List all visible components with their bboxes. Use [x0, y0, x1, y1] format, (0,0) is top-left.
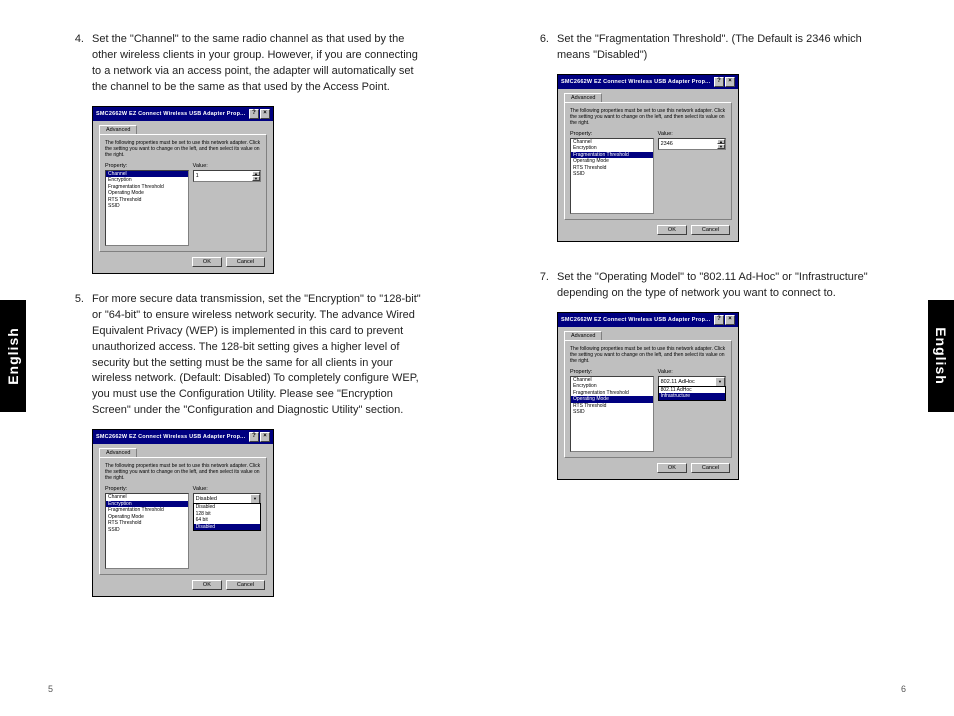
value-text: 1: [194, 173, 252, 179]
cancel-button[interactable]: Cancel: [691, 463, 730, 473]
dialog-titlebar: SMC2662W EZ Connect Wireless USB Adapter…: [558, 75, 738, 89]
dropdown-list[interactable]: Disabled 128 bit 64 bit Disabled: [193, 503, 261, 531]
property-label: Property:: [105, 163, 189, 169]
page-number: 5: [48, 684, 53, 694]
dialog-titlebar: SMC2662W EZ Connect Wireless USB Adapter…: [93, 107, 273, 121]
property-label: Property:: [570, 131, 654, 137]
help-icon[interactable]: ?: [714, 315, 724, 325]
dialog-title: SMC2662W EZ Connect Wireless USB Adapter…: [96, 111, 248, 117]
spin-down-icon[interactable]: ▼: [717, 144, 725, 149]
ok-button[interactable]: OK: [657, 225, 687, 235]
close-icon[interactable]: ×: [260, 432, 270, 442]
list-item[interactable]: SSID: [106, 527, 188, 534]
step-4: 4. Set the "Channel" to the same radio c…: [68, 32, 421, 96]
value-label: Value:: [193, 486, 261, 492]
step-number: 5.: [68, 292, 84, 420]
property-list[interactable]: Channel Encryption Fragmentation Thresho…: [570, 376, 654, 452]
step-text: Set the "Channel" to the same radio chan…: [92, 32, 421, 96]
step-number: 6.: [533, 32, 549, 64]
close-icon[interactable]: ×: [725, 77, 735, 87]
step-number: 7.: [533, 270, 549, 302]
page-number: 6: [901, 684, 906, 694]
dialog-fragmentation: SMC2662W EZ Connect Wireless USB Adapter…: [557, 74, 739, 242]
dialog-title: SMC2662W EZ Connect Wireless USB Adapter…: [96, 434, 248, 440]
dialog-operating-mode: SMC2662W EZ Connect Wireless USB Adapter…: [557, 312, 739, 480]
list-item[interactable]: SSID: [571, 171, 653, 178]
value-label: Value:: [193, 163, 261, 169]
step-number: 4.: [68, 32, 84, 96]
dialog-instructions: The following properties must be set to …: [570, 346, 726, 364]
dialog-titlebar: SMC2662W EZ Connect Wireless USB Adapter…: [93, 430, 273, 444]
step-7: 7. Set the "Operating Model" to "802.11 …: [533, 270, 886, 302]
step-text: For more secure data transmission, set t…: [92, 292, 421, 420]
step-6: 6. Set the "Fragmentation Threshold". (T…: [533, 32, 886, 64]
help-icon[interactable]: ?: [714, 77, 724, 87]
value-spinner[interactable]: 1 ▲▼: [193, 170, 261, 182]
step-5: 5. For more secure data transmission, se…: [68, 292, 421, 420]
help-icon[interactable]: ?: [249, 432, 259, 442]
dialog-title: SMC2662W EZ Connect Wireless USB Adapter…: [561, 79, 713, 85]
dialog-titlebar: SMC2662W EZ Connect Wireless USB Adapter…: [558, 313, 738, 327]
property-list[interactable]: Channel Encryption Fragmentation Thresho…: [105, 170, 189, 246]
property-label: Property:: [570, 369, 654, 375]
close-icon[interactable]: ×: [725, 315, 735, 325]
ok-button[interactable]: OK: [192, 580, 222, 590]
dropdown-option[interactable]: Infrastructure: [659, 393, 725, 400]
ok-button[interactable]: OK: [192, 257, 222, 267]
tab-advanced[interactable]: Advanced: [564, 331, 602, 340]
dialog-instructions: The following properties must be set to …: [570, 108, 726, 126]
help-icon[interactable]: ?: [249, 109, 259, 119]
tab-advanced[interactable]: Advanced: [564, 93, 602, 102]
step-text: Set the "Fragmentation Threshold". (The …: [557, 32, 886, 64]
value-label: Value:: [658, 369, 726, 375]
property-label: Property:: [105, 486, 189, 492]
property-list[interactable]: Channel Encryption Fragmentation Thresho…: [570, 138, 654, 214]
dialog-encryption: SMC2662W EZ Connect Wireless USB Adapter…: [92, 429, 274, 597]
value-text: Disabled: [194, 496, 250, 502]
list-item[interactable]: SSID: [571, 409, 653, 416]
dialog-instructions: The following properties must be set to …: [105, 463, 261, 481]
cancel-button[interactable]: Cancel: [226, 257, 265, 267]
dropdown-list[interactable]: 802.11 AdHoc Infrastructure: [658, 386, 726, 401]
page-6: 6. Set the "Fragmentation Threshold". (T…: [477, 0, 954, 716]
dialog-channel: SMC2662W EZ Connect Wireless USB Adapter…: [92, 106, 274, 274]
list-item[interactable]: SSID: [106, 203, 188, 210]
tab-advanced[interactable]: Advanced: [99, 448, 137, 457]
value-label: Value:: [658, 131, 726, 137]
dialog-title: SMC2662W EZ Connect Wireless USB Adapter…: [561, 317, 713, 323]
close-icon[interactable]: ×: [260, 109, 270, 119]
page-5: 4. Set the "Channel" to the same radio c…: [0, 0, 477, 716]
ok-button[interactable]: OK: [657, 463, 687, 473]
dropdown-option[interactable]: Disabled: [194, 524, 260, 531]
spin-down-icon[interactable]: ▼: [252, 176, 260, 181]
value-text: 2346: [659, 141, 717, 147]
property-list[interactable]: Channel Encryption Fragmentation Thresho…: [105, 493, 189, 569]
value-text: 802.11 AdHoc: [659, 379, 715, 385]
cancel-button[interactable]: Cancel: [226, 580, 265, 590]
dialog-instructions: The following properties must be set to …: [105, 140, 261, 158]
step-text: Set the "Operating Model" to "802.11 Ad-…: [557, 270, 886, 302]
tab-advanced[interactable]: Advanced: [99, 125, 137, 134]
value-spinner[interactable]: 2346 ▲▼: [658, 138, 726, 150]
cancel-button[interactable]: Cancel: [691, 225, 730, 235]
